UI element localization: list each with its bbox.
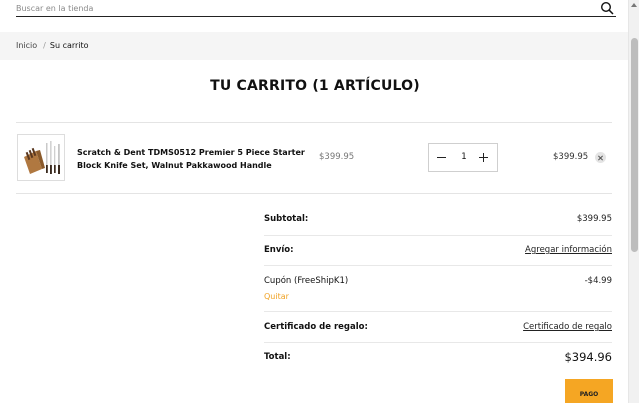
scroll-up-arrow-icon[interactable]: [631, 3, 637, 7]
breadcrumb-bar: Inicio / Su carrito: [0, 32, 628, 60]
total-value: $394.96: [564, 350, 612, 364]
subtotal-value: $399.95: [576, 214, 612, 224]
scrollbar-thumb[interactable]: [631, 38, 638, 252]
search-input[interactable]: [16, 1, 586, 15]
search-icon[interactable]: [600, 1, 614, 15]
gift-certificate-label: Certificado de regalo:: [264, 322, 368, 332]
page-title: TU CARRITO (1 ARTÍCULO): [210, 78, 420, 94]
total-label: Total:: [264, 352, 291, 362]
coupon-value: -$4.99: [584, 276, 612, 286]
product-name-link[interactable]: Scratch & Dent TDMS0512 Premier 5 Piece …: [77, 146, 312, 172]
shipping-add-info-link[interactable]: Agregar información: [525, 245, 612, 255]
quantity-value[interactable]: 1: [453, 152, 475, 162]
breadcrumb-home-link[interactable]: Inicio: [16, 41, 37, 50]
divider: [264, 235, 612, 236]
coupon-remove-link[interactable]: Quitar: [264, 292, 289, 301]
line-total: $399.95: [553, 152, 589, 162]
divider: [16, 122, 612, 123]
product-thumbnail[interactable]: [17, 134, 65, 181]
breadcrumb-current: Su carrito: [49, 41, 89, 50]
breadcrumb-separator: /: [43, 41, 46, 50]
quantity-stepper: 1: [428, 143, 498, 172]
search-bar: [16, 0, 616, 17]
scrollbar[interactable]: [628, 0, 639, 403]
unit-price: $399.95: [319, 152, 355, 162]
minus-icon[interactable]: [436, 152, 448, 164]
knife-block-image: [18, 135, 64, 180]
divider: [264, 265, 612, 266]
checkout-button[interactable]: PAGO: [565, 379, 613, 403]
close-icon[interactable]: [595, 152, 606, 163]
subtotal-label: Subtotal:: [264, 214, 309, 224]
divider: [264, 342, 612, 343]
shipping-label: Envío:: [264, 245, 294, 255]
gift-certificate-link[interactable]: Certificado de regalo: [523, 322, 612, 332]
divider: [264, 311, 612, 312]
divider: [16, 193, 612, 194]
plus-icon[interactable]: [478, 152, 490, 164]
coupon-label: Cupón (FreeShipK1): [264, 276, 349, 286]
breadcrumb: Inicio / Su carrito: [16, 41, 89, 50]
